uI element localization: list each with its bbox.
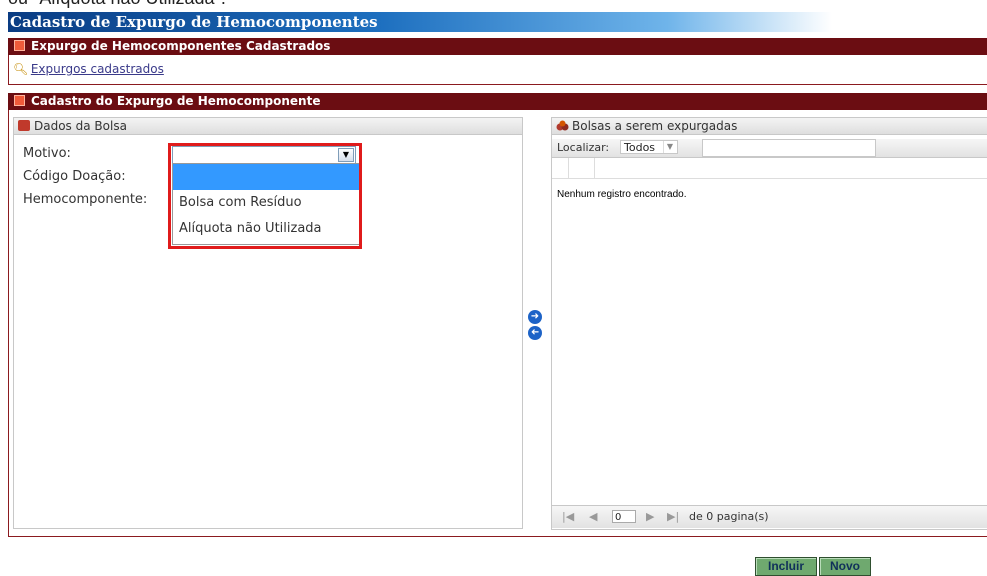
search-toolbar: Localizar: Todos ▼	[552, 139, 987, 158]
expurgos-link-row: 🔍︎ Expurgos cadastrados	[13, 62, 164, 76]
codigo-doacao-label: Código Doação:	[23, 169, 126, 184]
red-highlight-box	[168, 143, 362, 249]
circle-arrow-right-icon[interactable]: ➜	[528, 310, 542, 324]
page-number-input[interactable]: 0	[612, 510, 636, 523]
blood-bag-add-icon	[18, 120, 30, 131]
localizar-search-input[interactable]	[702, 139, 876, 157]
top-cut-caption: ou "Alíquota não Utilizada".	[8, 0, 226, 9]
next-page-icon[interactable]: ▶	[646, 510, 654, 523]
panel-title: Bolsas a serem expurgadas	[572, 119, 738, 133]
section-bullet-icon	[14, 40, 25, 51]
motivo-label: Motivo:	[23, 146, 71, 161]
section-bullet-icon	[14, 95, 25, 106]
bolsas-expurgadas-header: Bolsas a serem expurgadas	[552, 118, 987, 135]
page-count-label: de 0 pagina(s)	[689, 510, 769, 523]
prev-page-icon[interactable]: ◀	[589, 510, 597, 523]
localizar-label: Localizar:	[557, 141, 610, 154]
grid-pager: |◀ ◀ 0 ▶ ▶| de 0 pagina(s)	[552, 505, 987, 528]
section-header-cadastro-expurgo: Cadastro do Expurgo de Hemocomponente	[8, 93, 987, 110]
filter-value: Todos	[624, 141, 656, 154]
magnifier-icon: 🔍︎	[13, 62, 29, 76]
dados-bolsa-header: Dados da Bolsa	[14, 118, 522, 135]
incluir-button[interactable]: Incluir	[755, 557, 817, 576]
novo-button[interactable]: Novo	[819, 557, 871, 576]
last-page-icon[interactable]: ▶|	[667, 510, 679, 523]
blood-bags-icon	[556, 120, 569, 131]
section-header-expurgos-cadastrados: Expurgo de Hemocomponentes Cadastrados	[8, 38, 987, 55]
chevron-down-icon: ▼	[663, 141, 676, 153]
circle-arrow-left-icon[interactable]: ➜	[528, 326, 542, 340]
panel-title: Dados da Bolsa	[34, 119, 127, 133]
localizar-filter-select[interactable]: Todos ▼	[620, 140, 678, 154]
page-title: Cadastro de Expurgo de Hemocomponentes	[8, 12, 832, 32]
first-page-icon[interactable]: |◀	[562, 510, 574, 523]
empty-grid-message: Nenhum registro encontrado.	[557, 189, 687, 200]
section-title: Cadastro do Expurgo de Hemocomponente	[31, 94, 321, 108]
grid-column-divider	[594, 158, 595, 178]
section-title: Expurgo de Hemocomponentes Cadastrados	[31, 39, 331, 53]
expurgos-cadastrados-link[interactable]: Expurgos cadastrados	[31, 62, 164, 76]
grid-column-divider	[568, 158, 569, 178]
grid-header	[552, 158, 987, 179]
hemocomponente-label: Hemocomponente:	[23, 192, 148, 207]
